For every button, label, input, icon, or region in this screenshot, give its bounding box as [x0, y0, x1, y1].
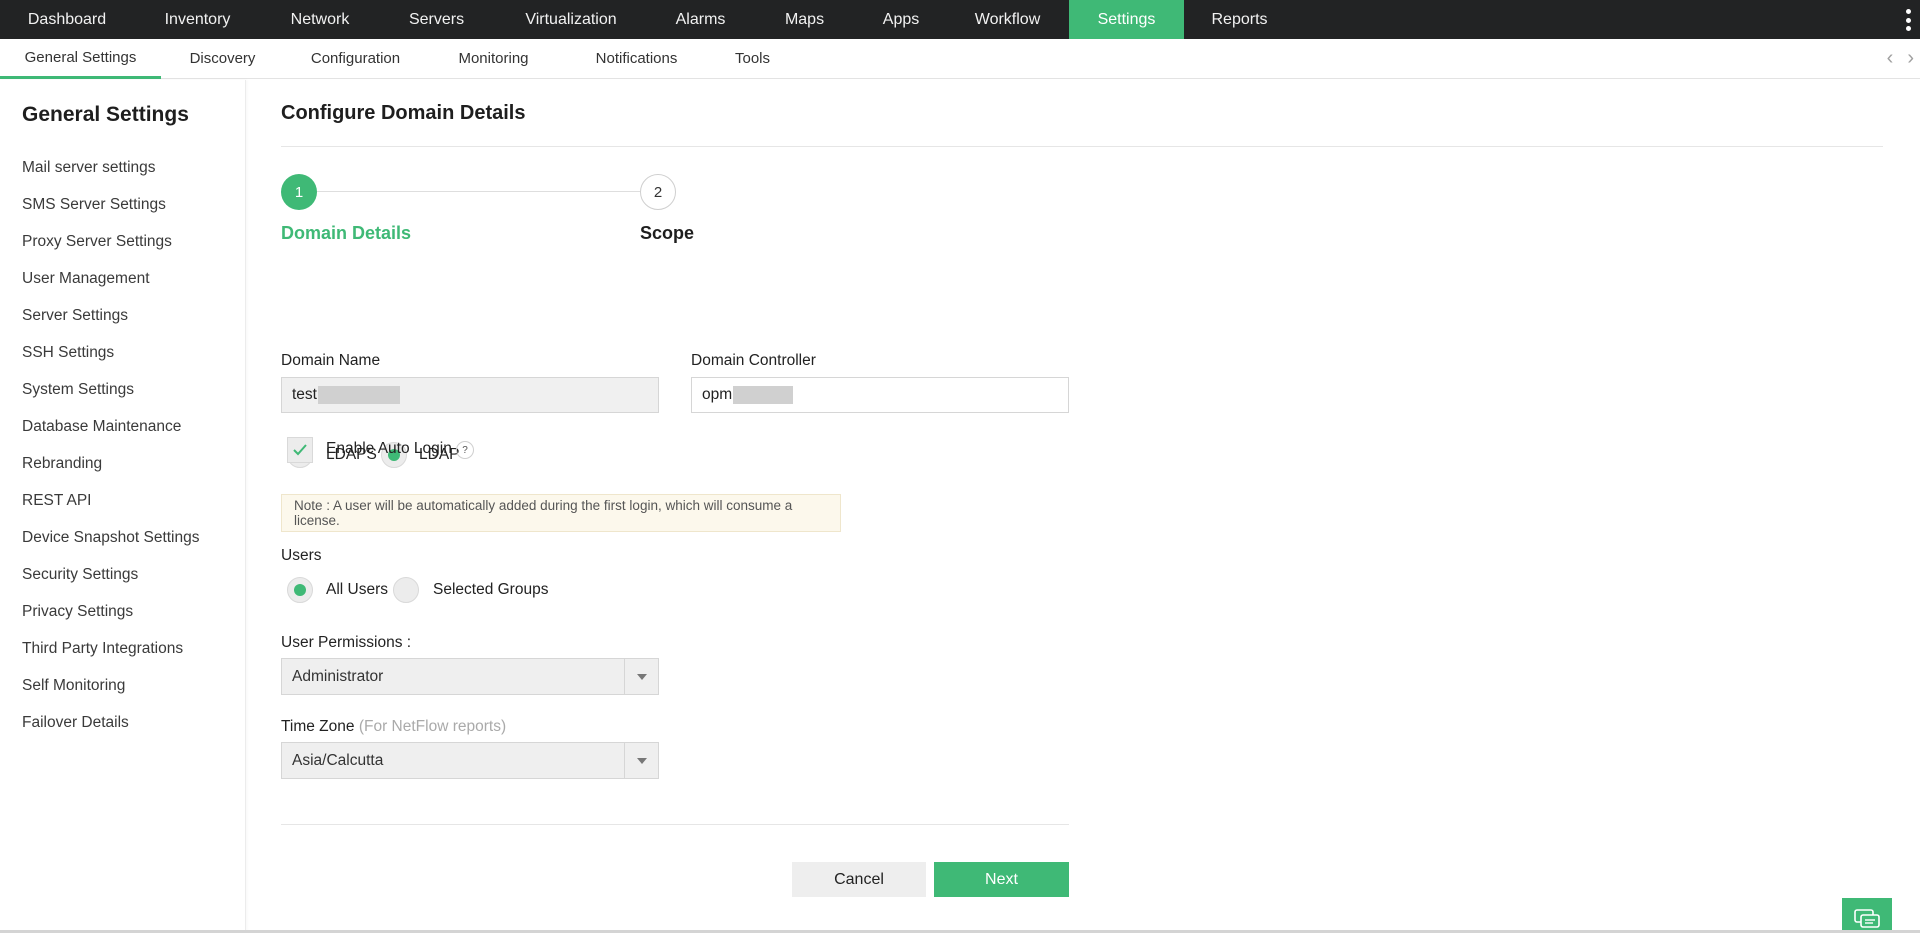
- tab-alarms[interactable]: Alarms: [648, 0, 753, 39]
- step-2-label: Scope: [640, 223, 695, 243]
- step-1-label: Domain Details: [281, 223, 412, 243]
- domain-name-input[interactable]: test: [281, 377, 659, 413]
- sub-nav: General Settings Discovery Configuration…: [0, 39, 1920, 79]
- all-users-radio[interactable]: [287, 577, 313, 603]
- subtab-monitoring[interactable]: Monitoring: [427, 39, 560, 77]
- time-zone-label: Time Zone (For NetFlow reports): [281, 718, 506, 736]
- user-permissions-value: Administrator: [292, 667, 384, 685]
- redacted-mask: [317, 386, 400, 404]
- tab-inventory[interactable]: Inventory: [134, 0, 261, 39]
- sidebar-item-privacy-settings[interactable]: Privacy Settings: [22, 602, 200, 639]
- cancel-button[interactable]: Cancel: [792, 862, 926, 897]
- main-content: Configure Domain Details 1 2 Domain Deta…: [247, 80, 1920, 933]
- tab-settings[interactable]: Settings: [1069, 0, 1184, 39]
- sidebar-item-failover-details[interactable]: Failover Details: [22, 713, 200, 750]
- redacted-mask: [733, 386, 794, 404]
- tab-maps[interactable]: Maps: [753, 0, 856, 39]
- page-title: Configure Domain Details: [281, 102, 526, 124]
- domain-name-value: test: [292, 386, 317, 403]
- sidebar-item-mail-server-settings[interactable]: Mail server settings: [22, 158, 200, 195]
- title-divider: [281, 146, 1883, 147]
- time-zone-value: Asia/Calcutta: [292, 751, 384, 769]
- sidebar-item-system-settings[interactable]: System Settings: [22, 380, 200, 417]
- subtab-discovery[interactable]: Discovery: [161, 39, 284, 77]
- step-2-indicator: 2: [640, 174, 676, 210]
- note-text: Note : A user will be automatically adde…: [294, 498, 793, 528]
- help-icon[interactable]: ?: [456, 441, 474, 459]
- all-users-label: All Users: [326, 581, 389, 598]
- chevron-down-icon: [624, 659, 658, 694]
- sidebar-item-security-settings[interactable]: Security Settings: [22, 565, 200, 602]
- chat-bubble-icon: [1854, 909, 1880, 928]
- footer-divider: [281, 824, 1069, 825]
- tab-reports[interactable]: Reports: [1184, 0, 1295, 39]
- time-zone-hint: (For NetFlow reports): [358, 718, 507, 735]
- step-connector: [316, 191, 643, 192]
- sidebar-title: General Settings: [22, 103, 189, 126]
- chat-icon[interactable]: [1842, 898, 1892, 933]
- time-zone-select[interactable]: Asia/Calcutta: [281, 742, 659, 779]
- subnav-scroll-arrows: ‹ ›: [1887, 47, 1914, 70]
- auto-login-label: Enable Auto Login: [326, 440, 452, 457]
- sidebar-item-user-management[interactable]: User Management: [22, 269, 200, 306]
- sidebar-item-rebranding[interactable]: Rebranding: [22, 454, 200, 491]
- user-permissions-label: User Permissions :: [281, 634, 412, 651]
- sidebar-item-sms-server-settings[interactable]: SMS Server Settings: [22, 195, 200, 232]
- selected-groups-radio[interactable]: [393, 577, 419, 603]
- sidebar-item-device-snapshot-settings[interactable]: Device Snapshot Settings: [22, 528, 200, 565]
- tab-network[interactable]: Network: [261, 0, 379, 39]
- sidebar-list: Mail server settings SMS Server Settings…: [22, 158, 200, 750]
- time-zone-label-text: Time Zone: [281, 718, 355, 735]
- top-nav: Dashboard Inventory Network Servers Virt…: [0, 0, 1920, 39]
- sidebar-item-server-settings[interactable]: Server Settings: [22, 306, 200, 343]
- domain-controller-input[interactable]: opm: [691, 377, 1069, 413]
- next-button[interactable]: Next: [934, 862, 1069, 897]
- subtab-general-settings[interactable]: General Settings: [0, 39, 161, 79]
- sidebar-item-rest-api[interactable]: REST API: [22, 491, 200, 528]
- chevron-right-icon[interactable]: ›: [1907, 47, 1914, 70]
- subtab-tools[interactable]: Tools: [713, 39, 792, 77]
- tab-apps[interactable]: Apps: [856, 0, 946, 39]
- selected-groups-label: Selected Groups: [433, 581, 549, 598]
- sidebar-item-proxy-server-settings[interactable]: Proxy Server Settings: [22, 232, 200, 269]
- sidebar: General Settings Mail server settings SM…: [0, 80, 246, 933]
- domain-controller-value: opm: [702, 386, 733, 403]
- subtab-configuration[interactable]: Configuration: [284, 39, 427, 77]
- domain-name-label: Domain Name: [281, 352, 381, 369]
- tab-workflow[interactable]: Workflow: [946, 0, 1069, 39]
- auto-login-checkbox[interactable]: [287, 437, 313, 463]
- sidebar-item-ssh-settings[interactable]: SSH Settings: [22, 343, 200, 380]
- kebab-icon[interactable]: [1904, 9, 1912, 31]
- tab-servers[interactable]: Servers: [379, 0, 494, 39]
- check-icon: [293, 444, 307, 456]
- sidebar-item-database-maintenance[interactable]: Database Maintenance: [22, 417, 200, 454]
- step-1-indicator: 1: [281, 174, 317, 210]
- sidebar-item-third-party-integrations[interactable]: Third Party Integrations: [22, 639, 200, 676]
- chevron-down-icon: [624, 743, 658, 778]
- tab-dashboard[interactable]: Dashboard: [0, 0, 134, 39]
- sidebar-item-self-monitoring[interactable]: Self Monitoring: [22, 676, 200, 713]
- subtab-notifications[interactable]: Notifications: [560, 39, 713, 77]
- domain-controller-label: Domain Controller: [691, 352, 816, 369]
- user-permissions-select[interactable]: Administrator: [281, 658, 659, 695]
- users-label: Users: [281, 547, 322, 564]
- chevron-left-icon[interactable]: ‹: [1887, 47, 1894, 70]
- tab-virtualization[interactable]: Virtualization: [494, 0, 648, 39]
- note-banner: Note : A user will be automatically adde…: [281, 494, 841, 532]
